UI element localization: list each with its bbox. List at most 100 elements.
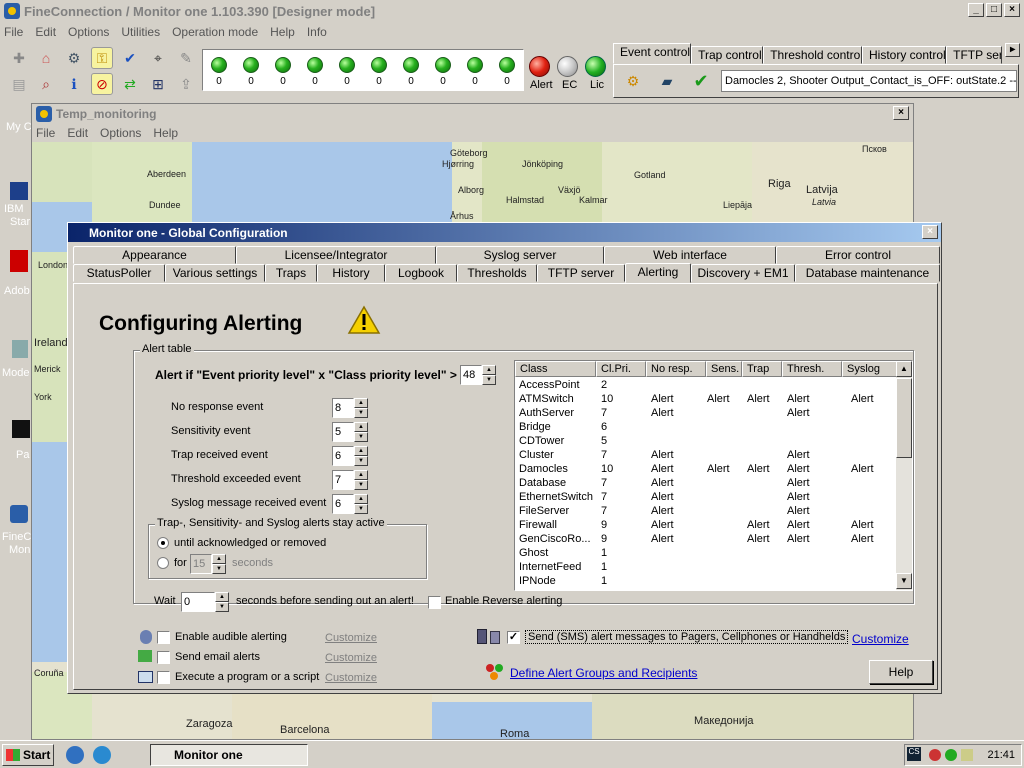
table-row[interactable]: Ghost 1 [515, 546, 897, 560]
help-button[interactable]: Help [869, 660, 933, 684]
lic-lamp[interactable] [585, 56, 606, 77]
table-row[interactable]: Damocles 10 Alert Alert Alert Alert Alert [515, 462, 897, 476]
menu-options[interactable]: Options [68, 25, 109, 39]
export-icon[interactable]: ⇪ [175, 73, 197, 95]
temp-menu-help[interactable]: Help [153, 126, 178, 140]
spinner-down[interactable]: ▼ [215, 602, 229, 612]
for-seconds-spinner[interactable]: 15 ▲ ▼ [190, 554, 226, 574]
event-message[interactable]: Damocles 2, Shooter Output_Contact_is_OF… [721, 70, 1017, 92]
radio-until-acknowledged[interactable] [157, 537, 169, 549]
ibm-icon[interactable] [10, 182, 28, 200]
sensitivity-spinner[interactable]: 5 ▲ ▼ [332, 422, 368, 442]
home-icon[interactable]: ⌂ [35, 47, 57, 69]
tab-alerting[interactable]: Alerting [625, 263, 691, 283]
table-row[interactable]: ATMSwitch 10 Alert Alert Alert Alert Alert [515, 392, 897, 406]
alert-threshold-up[interactable]: ▲ [482, 365, 496, 375]
class-priority-table[interactable]: Class Cl.Pri. No resp. Sens. Trap Thresh… [514, 360, 913, 591]
desktop-label-1[interactable]: My C [6, 121, 32, 133]
desktop-label-2[interactable]: IBM [4, 203, 24, 215]
menu-file[interactable]: File [4, 25, 23, 39]
binoculars-icon[interactable]: ⌖ [147, 47, 169, 69]
spinner-up[interactable]: ▲ [354, 494, 368, 504]
status-led-10[interactable] [499, 57, 515, 73]
tab-event-control[interactable]: Event control [613, 43, 692, 64]
quicklaunch-desktop-icon[interactable] [66, 746, 84, 764]
spinner-down[interactable]: ▼ [212, 564, 226, 574]
table-row[interactable]: FileServer 7 Alert Alert [515, 504, 897, 518]
status-led-2[interactable] [243, 57, 259, 73]
arrows-icon[interactable]: ⇄ [119, 73, 141, 95]
customize-sms-link[interactable]: Customize [852, 632, 909, 646]
desktop-label-6[interactable]: Pa [16, 449, 29, 461]
status-led-5[interactable] [339, 57, 355, 73]
wait-value[interactable]: 0 [181, 592, 215, 612]
trap-value[interactable]: 6 [332, 446, 354, 466]
table-row[interactable]: AccessPoint 2 [515, 378, 897, 392]
spinner-down[interactable]: ▼ [354, 456, 368, 466]
tab-error-control[interactable]: Error control [776, 246, 940, 264]
threshold-spinner[interactable]: 7 ▲ ▼ [332, 470, 368, 490]
spinner-up[interactable]: ▲ [354, 422, 368, 432]
tab-various-settings[interactable]: Various settings [165, 264, 265, 282]
alert-lamp[interactable] [529, 56, 550, 77]
status-led-7[interactable] [403, 57, 419, 73]
disk-icon[interactable]: ▤ [8, 73, 30, 95]
tab-logbook[interactable]: Logbook [385, 264, 457, 282]
customize-email-link[interactable]: Customize [325, 652, 377, 664]
spinner-down[interactable]: ▼ [354, 504, 368, 514]
search-network-icon[interactable]: ⌕ [35, 73, 57, 95]
no-response-value[interactable]: 8 [332, 398, 354, 418]
tab-discovery-em1[interactable]: Discovery + EM1 [691, 264, 795, 282]
desktop-label-7[interactable]: FineC [2, 531, 31, 543]
for-seconds-value[interactable]: 15 [190, 554, 212, 574]
col-header-class-priority[interactable]: Cl.Pri. [596, 361, 646, 377]
dialog-close-button[interactable]: × [922, 225, 938, 239]
scroll-thumb[interactable] [896, 378, 912, 458]
spinner-up[interactable]: ▲ [354, 398, 368, 408]
scroll-up-button[interactable]: ▲ [896, 361, 912, 377]
desktop-label-3[interactable]: Star [10, 216, 30, 228]
temp-menu-options[interactable]: Options [100, 126, 141, 140]
send-sms-checkbox[interactable]: ✓ [507, 631, 520, 644]
table-row[interactable]: InternetFeed 1 [515, 560, 897, 574]
quicklaunch-ie-icon[interactable] [93, 746, 111, 764]
alert-threshold-down[interactable]: ▼ [482, 375, 496, 385]
tab-history-control[interactable]: History control [862, 46, 947, 64]
maximize-button[interactable]: □ [986, 3, 1002, 17]
start-button[interactable]: Start [2, 744, 54, 766]
info-icon[interactable]: ℹ [63, 73, 85, 95]
tab-thresholds[interactable]: Thresholds [457, 264, 537, 282]
col-header-threshold[interactable]: Thresh. [782, 361, 842, 377]
customize-audible-link[interactable]: Customize [325, 632, 377, 644]
temp-close-button[interactable]: × [893, 106, 909, 120]
col-header-sensitivity[interactable]: Sens. [706, 361, 742, 377]
table-row[interactable]: Firewall 9 Alert Alert Alert Alert [515, 518, 897, 532]
col-header-class[interactable]: Class [515, 361, 596, 377]
tab-statuspoller[interactable]: StatusPoller [73, 264, 165, 282]
tab-threshold-control[interactable]: Threshold control [763, 46, 863, 64]
spinner-up[interactable]: ▲ [212, 554, 226, 564]
new-object-icon[interactable]: ✚ [8, 47, 30, 69]
status-led-3[interactable] [275, 57, 291, 73]
tab-traps[interactable]: Traps [265, 264, 317, 282]
tab-tftp-server-config[interactable]: TFTP server [537, 264, 625, 282]
status-led-6[interactable] [371, 57, 387, 73]
table-row[interactable]: Cluster 7 Alert Alert [515, 448, 897, 462]
tab-appearance[interactable]: Appearance [73, 246, 236, 264]
tab-licensee-integrator[interactable]: Licensee/Integrator [236, 246, 436, 264]
desktop-label-5[interactable]: Mode [2, 367, 30, 379]
col-header-syslog[interactable]: Syslog [842, 361, 897, 377]
table-row[interactable]: IPNode 1 [515, 574, 897, 588]
tray-monitor-icon[interactable] [945, 749, 958, 761]
syslog-value[interactable]: 6 [332, 494, 354, 514]
desktop-label-8[interactable]: Mon [9, 544, 30, 556]
table-row[interactable]: CDTower 5 [515, 434, 897, 448]
minimize-button[interactable]: _ [968, 3, 984, 17]
col-header-trap[interactable]: Trap [742, 361, 782, 377]
status-led-1[interactable] [211, 57, 227, 73]
sensitivity-value[interactable]: 5 [332, 422, 354, 442]
close-button[interactable]: × [1004, 3, 1020, 17]
table-row[interactable]: Bridge 6 [515, 420, 897, 434]
send-email-checkbox[interactable] [157, 651, 170, 664]
table-row[interactable]: GenCiscoRo... 9 Alert Alert Alert Alert [515, 532, 897, 546]
